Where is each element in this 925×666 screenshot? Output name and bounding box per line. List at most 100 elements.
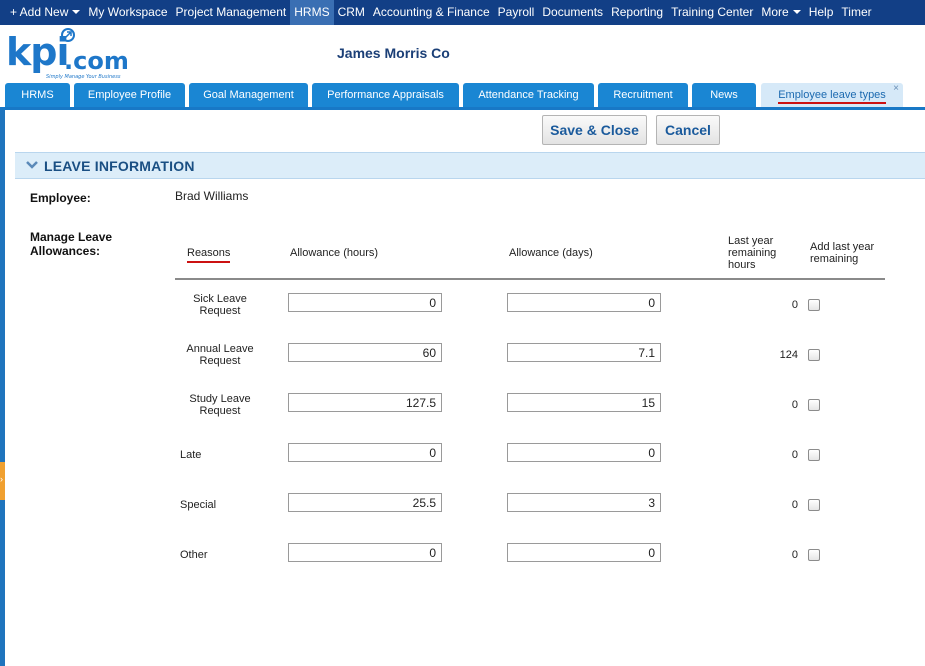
chevron-down-icon: [26, 161, 38, 169]
reason-sick-leave: Sick Leave Request: [183, 293, 257, 317]
employee-name: Brad Williams: [175, 189, 249, 203]
allowance-days-input[interactable]: [507, 493, 661, 512]
save-close-button[interactable]: Save & Close: [542, 115, 647, 145]
tab-news[interactable]: News: [692, 83, 756, 107]
left-panel-strip: [0, 110, 5, 666]
nav-training-center[interactable]: Training Center: [667, 0, 757, 25]
tab-label: News: [710, 89, 738, 101]
allowance-hours-column-header: Allowance (hours): [290, 247, 379, 259]
header: kpi .com Simply Manage Your Business Jam…: [0, 25, 925, 81]
cancel-button[interactable]: Cancel: [656, 115, 720, 145]
last-year-remaining-value: 0: [791, 499, 798, 511]
manage-leave-label-line2: Allowances:: [30, 244, 101, 258]
side-panel-toggle[interactable]: ›: [0, 462, 5, 500]
reason-line: Study Leave: [189, 393, 251, 405]
nav-more[interactable]: More: [757, 0, 804, 25]
add-last-year-checkbox[interactable]: [808, 349, 820, 361]
allowance-hours-input[interactable]: [288, 543, 442, 562]
top-nav-bar: + Add New My Workspace Project Managemen…: [0, 0, 925, 25]
allowance-days-input[interactable]: [507, 543, 661, 562]
reason-study-leave: Study Leave Request: [183, 393, 257, 417]
reason-annual-leave: Annual Leave Request: [183, 343, 257, 367]
tab-label: Employee Profile: [87, 89, 172, 101]
tab-label: Performance Appraisals: [327, 89, 444, 101]
reason-line: Annual Leave: [186, 343, 254, 355]
nav-timer[interactable]: Timer: [837, 0, 875, 25]
nav-my-workspace[interactable]: My Workspace: [84, 0, 171, 25]
tab-label: Employee leave types: [778, 89, 886, 104]
svg-text:Simply Manage Your Business: Simply Manage Your Business: [46, 74, 121, 79]
reason-line: Request: [199, 405, 241, 417]
reason-line: Sick Leave: [193, 293, 247, 305]
header-line: Last year: [728, 235, 774, 247]
add-last-year-checkbox[interactable]: [808, 299, 820, 311]
employee-label: Employee:: [30, 191, 91, 205]
company-name: James Morris Co: [337, 45, 450, 61]
tab-label: HRMS: [21, 89, 54, 101]
manage-leave-label: Manage Leave Allowances:: [30, 230, 112, 258]
allowance-days-input[interactable]: [507, 443, 661, 462]
header-line: remaining: [728, 247, 777, 259]
nav-add-new[interactable]: + Add New: [6, 0, 84, 25]
nav-project-management[interactable]: Project Management: [172, 0, 291, 25]
allowance-days-input[interactable]: [507, 343, 661, 362]
add-last-year-checkbox[interactable]: [808, 449, 820, 461]
allowance-hours-input[interactable]: [288, 443, 442, 462]
allowance-hours-input[interactable]: [288, 493, 442, 512]
close-icon[interactable]: ×: [893, 77, 899, 101]
allowance-hours-input[interactable]: [288, 293, 442, 312]
nav-accounting-finance[interactable]: Accounting & Finance: [369, 0, 494, 25]
tab-label: Attendance Tracking: [478, 89, 579, 101]
add-last-year-checkbox[interactable]: [808, 549, 820, 561]
header-line: Add last year: [810, 241, 875, 253]
tab-recruitment[interactable]: Recruitment: [598, 83, 688, 107]
leave-information-section-header[interactable]: LEAVE INFORMATION: [15, 152, 925, 179]
header-line: remaining: [810, 253, 859, 265]
reason-other: Other: [180, 549, 208, 561]
last-year-remaining-value: 0: [791, 549, 798, 561]
nav-payroll[interactable]: Payroll: [494, 0, 539, 25]
add-last-year-column-header: Add last year remaining: [810, 241, 874, 265]
last-year-remaining-value: 0: [791, 449, 798, 461]
last-year-remaining-column-header: Last year remaining hours: [728, 235, 776, 271]
nav-crm[interactable]: CRM: [334, 0, 369, 25]
reason-special: Special: [180, 499, 217, 511]
chevron-down-icon: [72, 10, 81, 14]
svg-text:.com: .com: [64, 47, 129, 75]
chevron-down-icon: [792, 10, 801, 14]
reasons-column-header: Reasons: [187, 247, 231, 263]
reason-line: Request: [199, 305, 241, 317]
allowance-hours-input[interactable]: [288, 343, 442, 362]
tab-employee-profile[interactable]: Employee Profile: [74, 83, 185, 107]
kpi-logo[interactable]: kpi .com Simply Manage Your Business: [6, 27, 134, 79]
reason-line: Request: [199, 355, 241, 367]
allowance-hours-input[interactable]: [288, 393, 442, 412]
reason-late: Late: [180, 449, 202, 461]
chevron-right-icon: ›: [0, 474, 3, 484]
nav-documents[interactable]: Documents: [538, 0, 607, 25]
nav-add-new-label: + Add New: [10, 5, 69, 19]
tab-label: Recruitment: [613, 89, 673, 101]
add-last-year-checkbox[interactable]: [808, 499, 820, 511]
allowance-days-input[interactable]: [507, 393, 661, 412]
add-last-year-checkbox[interactable]: [808, 399, 820, 411]
module-tab-bar: HRMS Employee Profile Goal Management Pe…: [0, 81, 925, 110]
tab-attendance-tracking[interactable]: Attendance Tracking: [463, 83, 594, 107]
allowance-days-input[interactable]: [507, 293, 661, 312]
nav-reporting[interactable]: Reporting: [607, 0, 667, 25]
nav-help[interactable]: Help: [805, 0, 838, 25]
section-title: LEAVE INFORMATION: [44, 158, 195, 174]
last-year-remaining-value: 124: [779, 349, 798, 361]
manage-leave-label-line1: Manage Leave: [30, 230, 113, 244]
svg-text:kpi: kpi: [6, 30, 69, 74]
last-year-remaining-value: 0: [791, 299, 798, 311]
tab-performance-appraisals[interactable]: Performance Appraisals: [312, 83, 459, 107]
last-year-remaining-value: 0: [791, 399, 798, 411]
tab-employee-leave-types[interactable]: Employee leave types ×: [761, 83, 903, 107]
tab-hrms[interactable]: HRMS: [5, 83, 70, 107]
table-header-divider: [175, 278, 885, 280]
nav-hrms[interactable]: HRMS: [290, 0, 334, 25]
tab-goal-management[interactable]: Goal Management: [189, 83, 308, 107]
tab-label: Goal Management: [203, 89, 294, 101]
header-line: hours: [728, 259, 756, 271]
